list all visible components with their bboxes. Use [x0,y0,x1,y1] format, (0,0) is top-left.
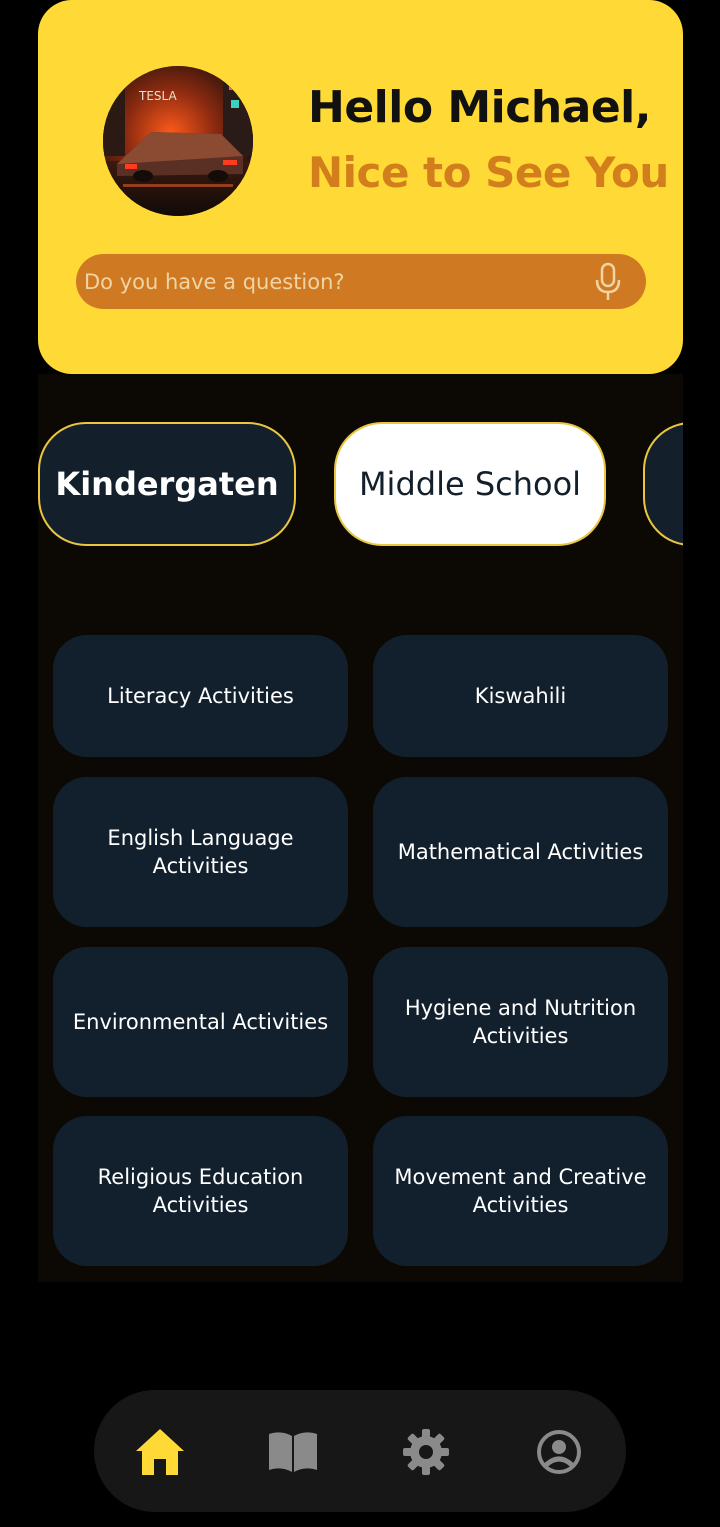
settings-icon [403,1429,449,1475]
activity-card[interactable]: Religious Education Activities [53,1116,348,1266]
nav-settings[interactable] [400,1426,452,1478]
search-input[interactable] [84,254,584,309]
activity-card[interactable]: Hygiene and Nutrition Activities [373,947,668,1097]
header-card: TESLA Hello Michael, Nice to See You [38,0,683,374]
avatar[interactable]: TESLA [103,66,253,216]
level-tab-middle-school[interactable]: Middle School [334,422,606,546]
svg-text:TESLA: TESLA [138,89,177,103]
level-tab-kindergarten[interactable]: Kindergaten [38,422,296,546]
search-bar[interactable] [76,254,646,309]
avatar-image: TESLA [103,66,253,216]
activity-card[interactable]: Kiswahili [373,635,668,757]
activities-panel: Kindergaten Middle School Literacy Activ… [38,374,683,1282]
nav-profile[interactable] [533,1426,585,1478]
activity-card[interactable]: Literacy Activities [53,635,348,757]
activity-card[interactable]: Environmental Activities [53,947,348,1097]
microphone-icon[interactable] [594,262,622,302]
activity-card[interactable]: Mathematical Activities [373,777,668,927]
greeting-subtitle: Nice to See You [308,148,669,197]
greeting-title: Hello Michael, [308,82,651,133]
level-tab-next[interactable] [643,422,683,546]
nav-home[interactable] [134,1426,186,1478]
activity-card[interactable]: Movement and Creative Activities [373,1116,668,1266]
bottom-nav [94,1390,626,1512]
book-icon [269,1432,317,1472]
account-icon [537,1430,581,1474]
activity-card[interactable]: English Language Activities [53,777,348,927]
nav-library[interactable] [267,1426,319,1478]
home-icon [136,1429,184,1475]
